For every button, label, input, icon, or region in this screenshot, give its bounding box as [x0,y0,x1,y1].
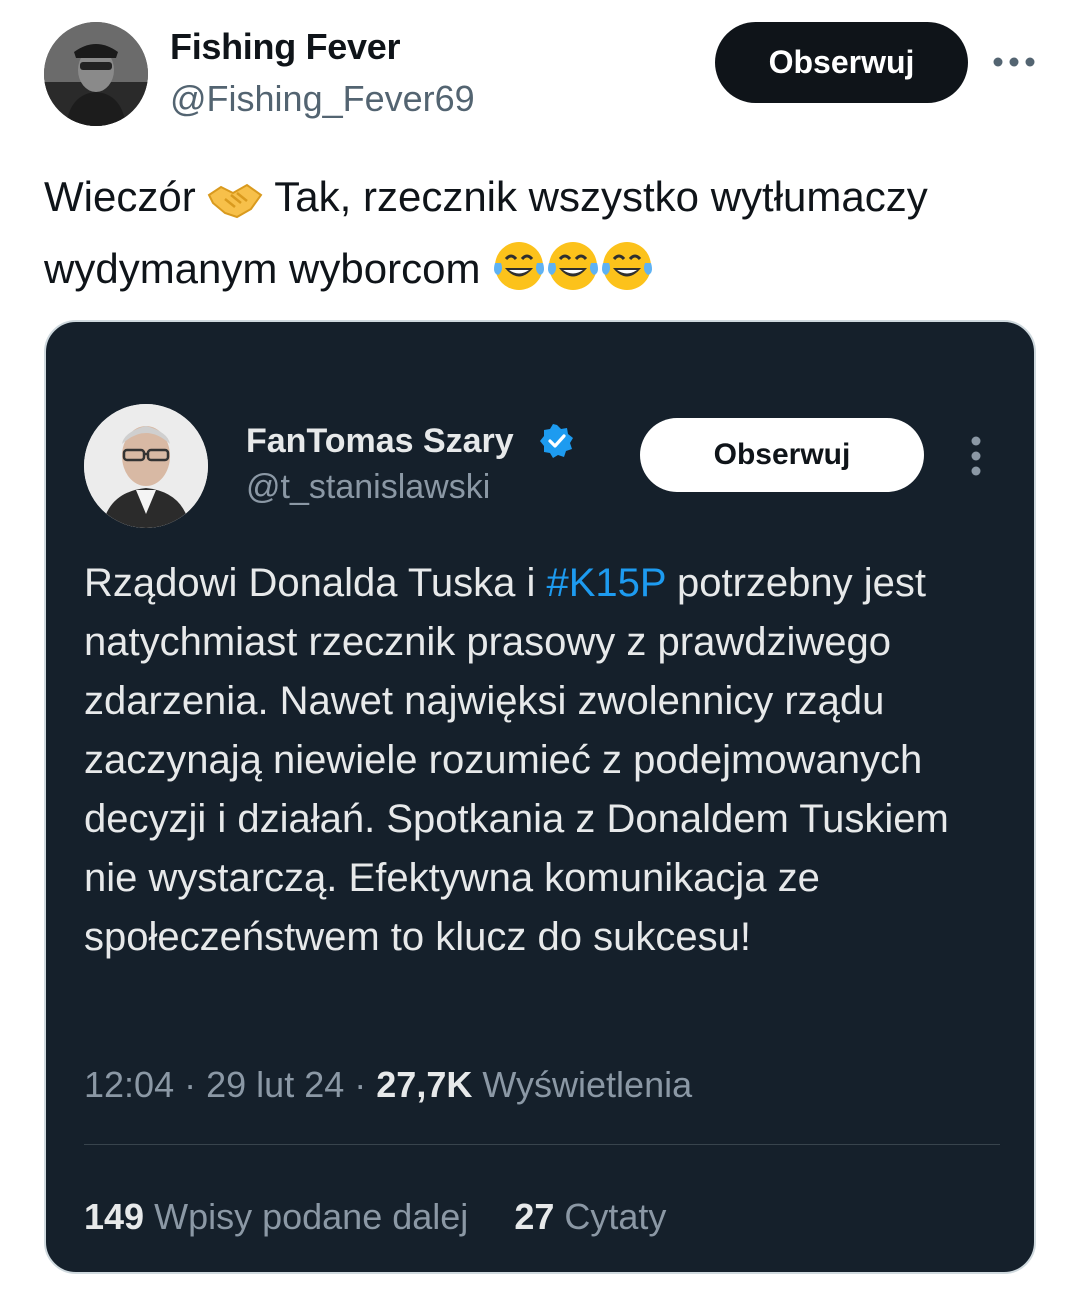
tweet-metadata: 12:04 · 29 lut 24 · 27,7K Wyświetlenia [84,1064,692,1106]
reposts-count: 149 [84,1196,145,1237]
quotes-stat[interactable]: 27 Cytaty [514,1196,666,1238]
quoted-author-handle[interactable]: @t_stanislawski [246,468,490,507]
avatar-photo [44,22,148,126]
handshake-emoji [207,176,263,238]
quoted-author-avatar[interactable] [84,404,208,528]
reposts-stat[interactable]: 149 Wpisy podane dalej [84,1196,468,1238]
quoted-text-after: potrzebny jest natychmiast rzecznik pras… [84,561,949,959]
divider [84,1144,1000,1145]
tears-of-joy-emoji [600,239,654,310]
author-avatar[interactable] [44,22,148,126]
meta-separator: · [184,1064,197,1105]
verified-badge-icon [540,424,574,463]
views-label: Wyświetlenia [482,1064,693,1105]
tweet-time[interactable]: 12:04 [84,1064,174,1105]
avatar-photo [84,404,208,528]
tweet-text-part1: Wieczór [44,173,196,220]
quoted-text-before: Rządowi Donalda Tuska i [84,561,547,605]
tweet-stats: 149 Wpisy podane dalej 27 Cytaty [84,1196,702,1238]
quotes-count: 27 [514,1196,555,1237]
author-name[interactable]: Fishing Fever [170,26,400,68]
tweet-date[interactable]: 29 lut 24 [206,1064,344,1105]
tears-of-joy-emoji [492,239,546,310]
author-handle[interactable]: @Fishing_Fever69 [170,78,475,120]
quoted-follow-button[interactable]: Obserwuj [640,418,924,492]
hashtag-link[interactable]: #K15P [546,561,665,605]
reposts-label: Wpisy podane dalej [154,1196,469,1237]
quoted-tweet-text: Rządowi Donalda Tuska i #K15P potrzebny … [84,554,1004,967]
tweet-text: Wieczór Tak, rzecznik wszystko wytłumacz… [44,166,1034,310]
quotes-label: Cytaty [564,1196,667,1237]
views-count: 27,7K [376,1064,473,1105]
more-options-icon[interactable] [990,38,1038,86]
quoted-author-name[interactable]: FanTomas Szary [246,422,514,461]
embedded-image-card[interactable]: FanTomas Szary @t_stanislawski Obserwuj … [44,320,1036,1274]
follow-button[interactable]: Obserwuj [715,22,968,103]
tears-of-joy-emoji [546,239,600,310]
meta-separator: · [354,1064,367,1105]
quoted-more-options-icon[interactable] [958,432,994,480]
